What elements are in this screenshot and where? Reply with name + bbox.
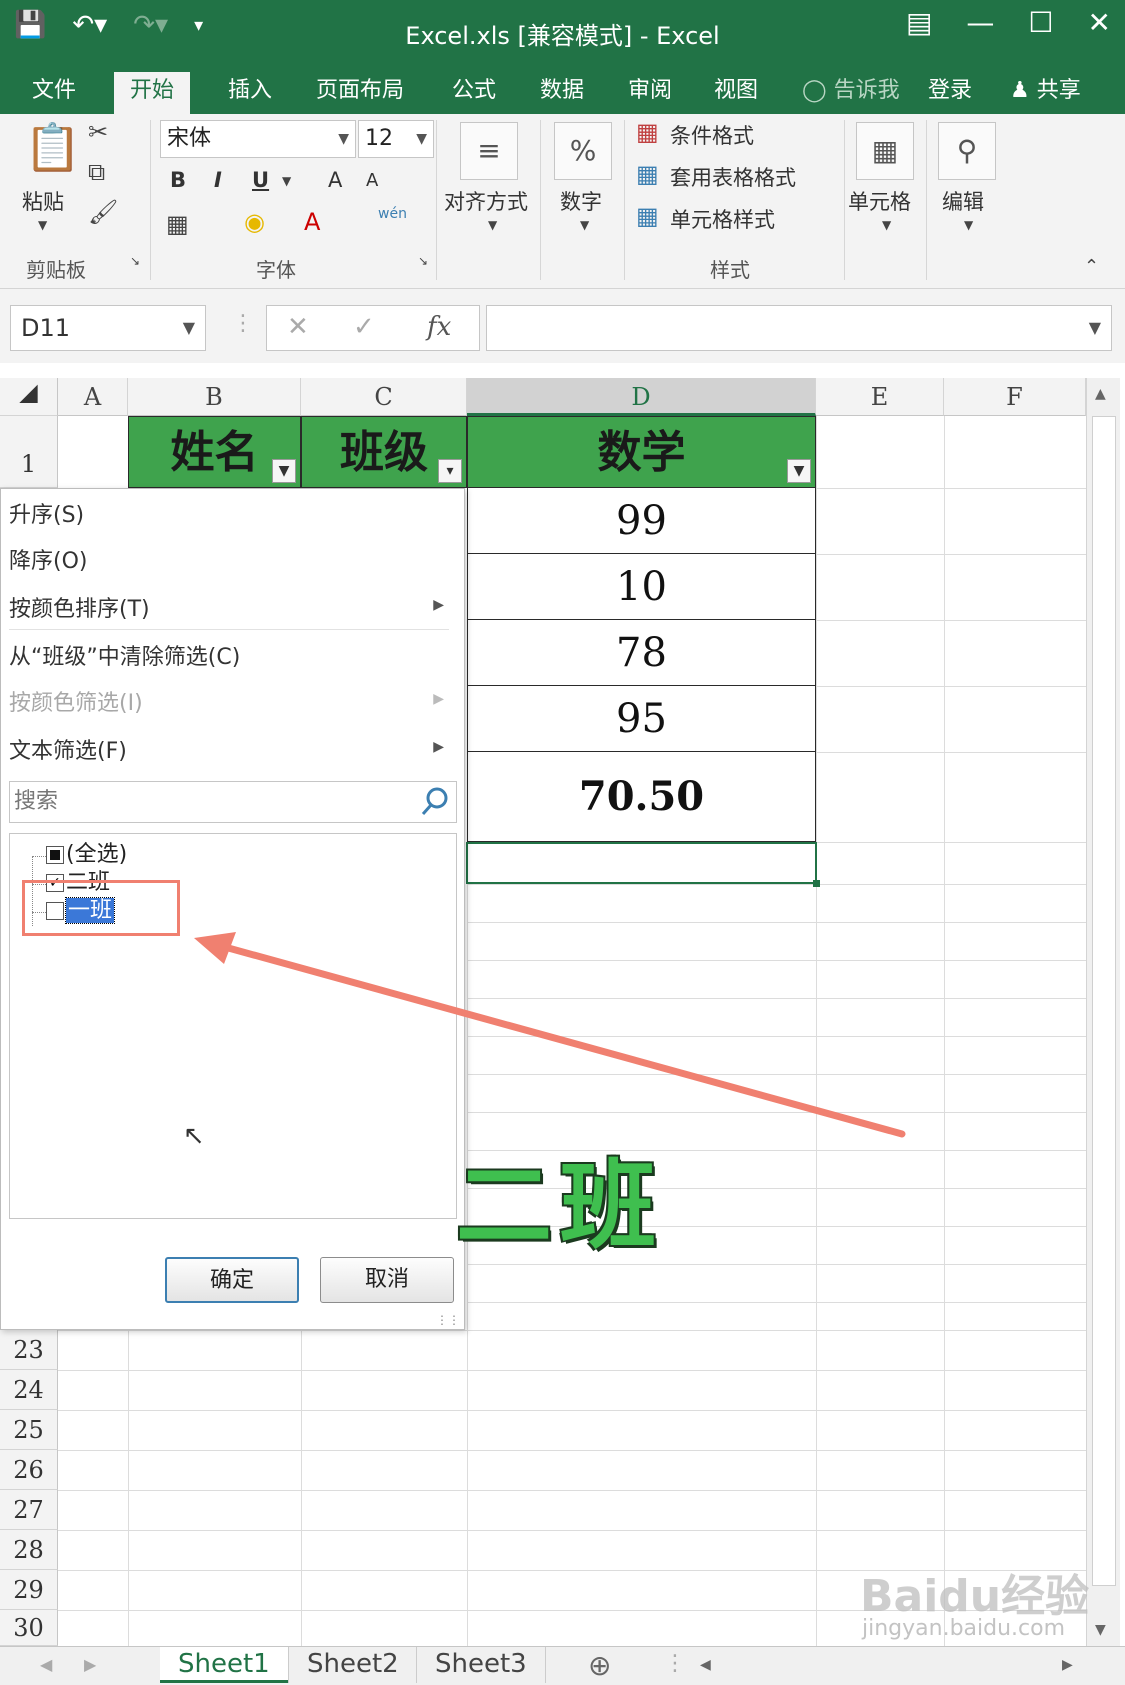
scroll-left-icon[interactable]: ◀: [700, 1657, 711, 1673]
annotation-big-text: 二班: [456, 1150, 664, 1262]
scroll-down-icon[interactable]: ▼: [1095, 1622, 1106, 1638]
vertical-scrollbar[interactable]: ▲ ▼: [1086, 378, 1120, 1646]
grip-dots-icon: ⋮: [664, 1651, 686, 1676]
sheet-tab-bar: ◀ ▶ Sheet1 Sheet2 Sheet3 ⊕ ⋮ ◀ ▶: [0, 1646, 1125, 1685]
scrollbar-thumb[interactable]: [1092, 416, 1116, 1586]
baidu-watermark-logo: Baidu经验: [860, 1571, 1090, 1622]
sheet-tab-1[interactable]: Sheet1: [160, 1647, 288, 1683]
scroll-right-icon[interactable]: ▶: [1062, 1657, 1073, 1673]
baidu-watermark-url: jingyan.baidu.com: [862, 1616, 1066, 1641]
next-sheet-icon[interactable]: ▶: [84, 1655, 96, 1674]
annotation-arrow: [194, 932, 906, 1138]
sheet-tab-2[interactable]: Sheet2: [288, 1647, 417, 1683]
prev-sheet-icon[interactable]: ◀: [40, 1655, 52, 1674]
scroll-up-icon[interactable]: ▲: [1095, 386, 1106, 402]
sheet-tab-3[interactable]: Sheet3: [416, 1647, 546, 1683]
add-sheet-icon[interactable]: ⊕: [588, 1649, 611, 1682]
